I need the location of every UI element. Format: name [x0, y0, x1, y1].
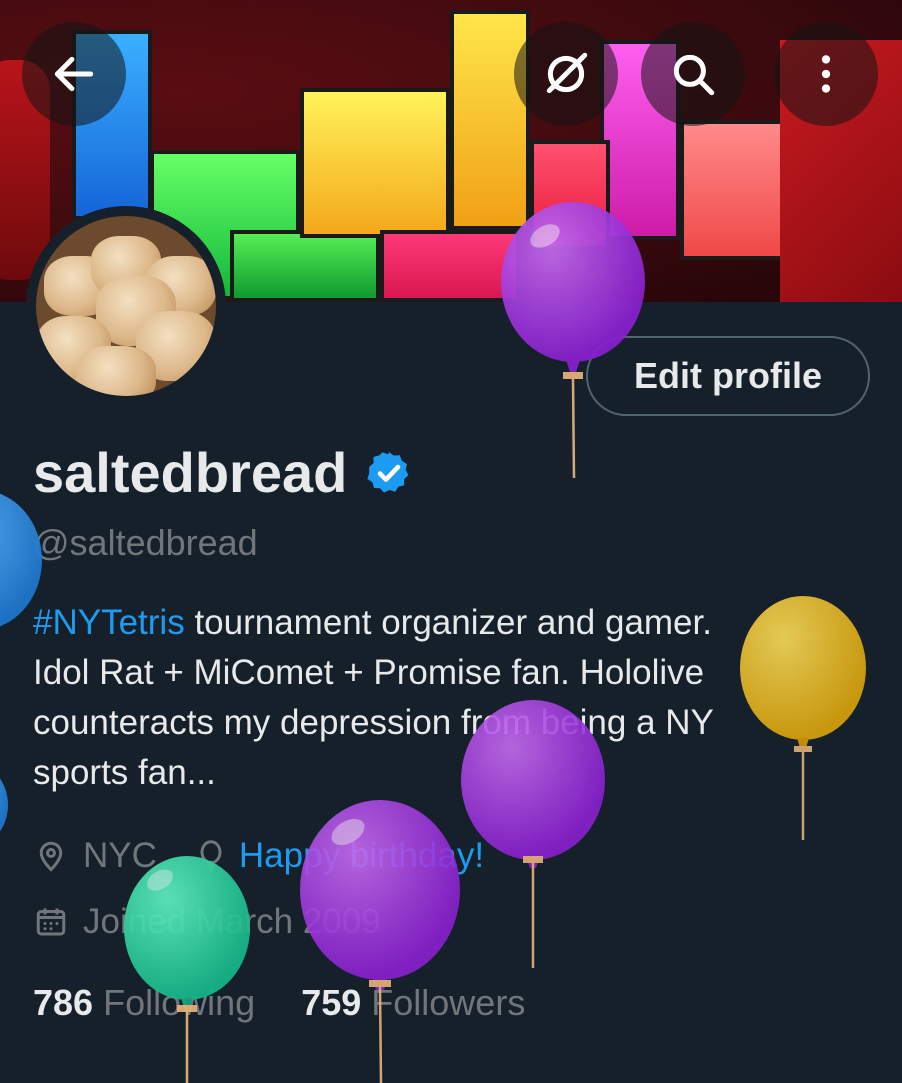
location-text: NYC: [83, 836, 157, 875]
balloon-green: [124, 856, 250, 1083]
location-row: NYC Happy birthday!: [33, 836, 484, 876]
tetris-block-green-2: [230, 230, 380, 302]
following-link[interactable]: 786 Following: [33, 982, 255, 1023]
avatar-image: [36, 216, 216, 396]
slash-circle-icon: [546, 52, 588, 94]
balloon-blue-2: [0, 778, 8, 832]
follow-stats: 786 Following 759 Followers: [33, 982, 525, 1024]
user-handle: @saltedbread: [33, 522, 258, 563]
followers-label: Followers: [371, 982, 526, 1023]
tetris-block-yellow-2: [450, 10, 530, 230]
more-vertical-icon: [821, 55, 831, 93]
bio-line-1: tournament organizer and gamer.: [184, 603, 712, 642]
bio-line-2: Idol Rat + MiComet + Promise fan. Hololi…: [33, 653, 705, 692]
following-label: Following: [103, 982, 256, 1023]
followers-link[interactable]: 759 Followers: [301, 982, 525, 1023]
location-pin-icon: [39, 841, 63, 872]
grok-button[interactable]: [514, 22, 618, 126]
joined-row: Joined March 2009: [33, 902, 381, 942]
search-button[interactable]: [641, 22, 745, 126]
more-button[interactable]: [774, 22, 878, 126]
calendar-icon: [36, 908, 66, 936]
bio: #NYTetris tournament organizer and gamer…: [33, 598, 873, 798]
tetris-block-rose: [380, 230, 520, 302]
tetris-block-yellow: [300, 88, 450, 238]
joined-text: Joined March 2009: [83, 902, 381, 941]
verified-badge-icon[interactable]: [365, 449, 413, 497]
back-button[interactable]: [22, 22, 126, 126]
bio-hashtag-link[interactable]: #NYTetris: [33, 603, 185, 642]
avatar[interactable]: [26, 206, 226, 406]
tetris-block-red: [530, 140, 610, 250]
birthday-link[interactable]: Happy birthday!: [239, 836, 484, 876]
bio-line-3: counteracts my depression from being a N…: [33, 703, 714, 742]
display-name: saltedbread: [33, 440, 413, 505]
edit-profile-button[interactable]: Edit profile: [586, 336, 870, 416]
search-icon: [673, 54, 715, 96]
bio-line-4: sports fan...: [33, 753, 216, 792]
followers-count: 759: [301, 982, 362, 1023]
following-count: 786: [33, 982, 94, 1023]
arrow-left-icon: [54, 56, 94, 92]
balloon-outline-icon: [200, 840, 222, 872]
display-name-text: saltedbread: [33, 441, 348, 504]
